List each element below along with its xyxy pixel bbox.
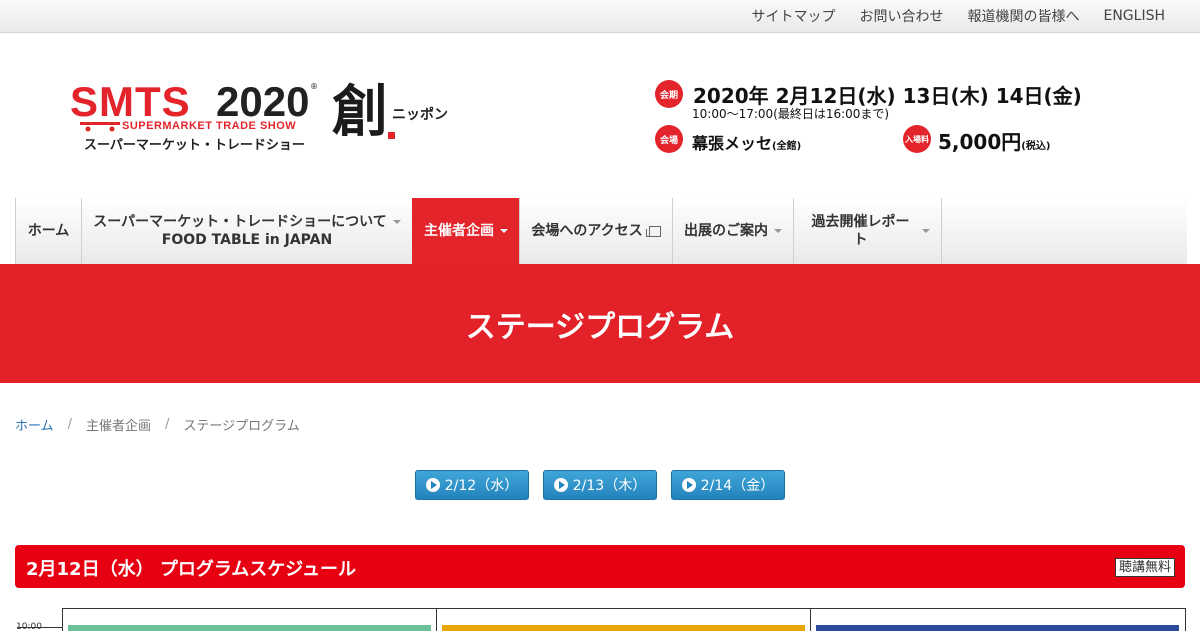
nav-reports-label: 過去開催レポート xyxy=(811,214,910,248)
external-window-icon xyxy=(645,225,661,237)
nav-exhibit[interactable]: 出展のご案内 xyxy=(672,198,793,264)
venue-note: (全館) xyxy=(772,141,802,152)
english-link[interactable]: ENGLISH xyxy=(1103,8,1165,24)
logo-subtitle-en: SUPERMARKET TRADE SHOW xyxy=(122,120,297,132)
contact-link[interactable]: お問い合わせ xyxy=(859,6,943,26)
chevron-down-icon xyxy=(774,229,782,233)
day-button-label: 2/14（金） xyxy=(700,478,775,494)
breadcrumb-parent: 主催者企画 xyxy=(86,419,152,434)
day-button-0214[interactable]: 2/14（金） xyxy=(671,470,785,500)
stage-column xyxy=(63,609,437,631)
schedule-header: 2月12日（水） プログラムスケジュール 聴講無料 xyxy=(15,545,1185,588)
program-bar[interactable] xyxy=(68,625,431,631)
time-tick xyxy=(17,627,62,628)
fee-badge: 入場料 xyxy=(903,125,931,153)
chevron-down-icon xyxy=(392,220,401,224)
nav-organizer-label: 主催者企画 xyxy=(424,223,494,239)
page-title: ステージプログラム xyxy=(465,309,735,345)
breadcrumb-current: ステージプログラム xyxy=(183,419,300,434)
logo-year: 2020 xyxy=(216,78,310,125)
utility-links: サイトマップ お問い合わせ 報道機関の皆様へ ENGLISH xyxy=(727,0,1165,32)
nav-about-line1: スーパーマーケット・トレードショーについて xyxy=(93,213,401,231)
fee-note: (税込) xyxy=(1021,141,1051,152)
day-button-0213[interactable]: 2/13（木） xyxy=(543,470,657,500)
day-button-label: 2/13（木） xyxy=(572,478,647,494)
day-selector: 2/12（水） 2/13（木） 2/14（金） xyxy=(415,470,799,500)
day-button-label: 2/12（水） xyxy=(444,478,519,494)
breadcrumb-separator: / xyxy=(165,417,170,432)
nav-reports[interactable]: 過去開催レポート xyxy=(793,198,942,264)
nav-home-label: ホーム xyxy=(27,223,70,239)
breadcrumb: ホーム / 主催者企画 / ステージプログラム xyxy=(15,415,300,434)
play-circle-icon xyxy=(553,478,568,492)
nav-about-line2: FOOD TABLE in JAPAN xyxy=(161,232,333,248)
play-circle-icon xyxy=(681,478,696,492)
nav-organizer[interactable]: 主催者企画 xyxy=(412,198,519,264)
nav-access-label: 会場へのアクセス xyxy=(531,223,643,239)
nav-about[interactable]: スーパーマーケット・トレードショーについて FOOD TABLE in JAPA… xyxy=(81,198,412,264)
logo-nippon: ニッポン xyxy=(392,107,448,123)
schedule-title: 2月12日（水） プログラムスケジュール xyxy=(26,559,357,580)
day-button-0212[interactable]: 2/12（水） xyxy=(415,470,529,500)
page-hero: ステージプログラム xyxy=(0,264,1200,383)
smts-logo[interactable]: SMTS 2020 ® SUPERMARKET TRADE SHOW スーパーマ… xyxy=(70,80,460,155)
venue-name: 幕張メッセ xyxy=(692,134,773,153)
free-admission-badge: 聴講無料 xyxy=(1114,558,1175,577)
nav-exhibit-label: 出展のご案内 xyxy=(684,223,768,239)
event-info: 会期 2020年 2月12日(水) 13日(木) 14日(金) 10:00〜17… xyxy=(655,78,1082,158)
event-hours: 10:00〜17:00(最終日は16:00まで) xyxy=(692,107,890,121)
event-fee: 5,000円(税込) xyxy=(938,126,1050,155)
nav-access[interactable]: 会場へのアクセス xyxy=(519,198,672,264)
press-link[interactable]: 報道機関の皆様へ xyxy=(967,6,1079,26)
schedule-grid xyxy=(62,608,1186,631)
period-badge: 会期 xyxy=(655,80,683,108)
program-bar[interactable] xyxy=(816,625,1179,631)
breadcrumb-home[interactable]: ホーム xyxy=(15,415,54,434)
cart-icon xyxy=(80,122,120,132)
chevron-down-icon xyxy=(500,229,508,233)
stage-column xyxy=(437,609,811,631)
play-circle-icon xyxy=(425,478,440,492)
nav-about-label: スーパーマーケット・トレードショーについて xyxy=(93,214,387,230)
venue-badge: 会場 xyxy=(655,125,683,153)
breadcrumb-separator: / xyxy=(67,417,73,432)
logo-sou-calligraphy: 創 xyxy=(332,79,388,145)
program-bar[interactable] xyxy=(442,625,805,631)
logo-smts: SMTS xyxy=(70,78,191,125)
chevron-down-icon xyxy=(922,229,930,233)
fee-amount: 5,000円 xyxy=(938,130,1022,154)
main-nav: ホーム スーパーマーケット・トレードショーについて FOOD TABLE in … xyxy=(15,198,1187,264)
stage-column xyxy=(811,609,1186,631)
logo-registered-mark: ® xyxy=(310,82,318,91)
nav-home[interactable]: ホーム xyxy=(15,198,81,264)
sitemap-link[interactable]: サイトマップ xyxy=(751,6,835,26)
logo-subtitle-jp: スーパーマーケット・トレードショー xyxy=(84,138,305,153)
event-venue: 幕張メッセ(全館) xyxy=(692,130,801,154)
top-utility-bar: サイトマップ お問い合わせ 報道機関の皆様へ ENGLISH xyxy=(0,0,1200,33)
seal-mark xyxy=(388,132,395,139)
